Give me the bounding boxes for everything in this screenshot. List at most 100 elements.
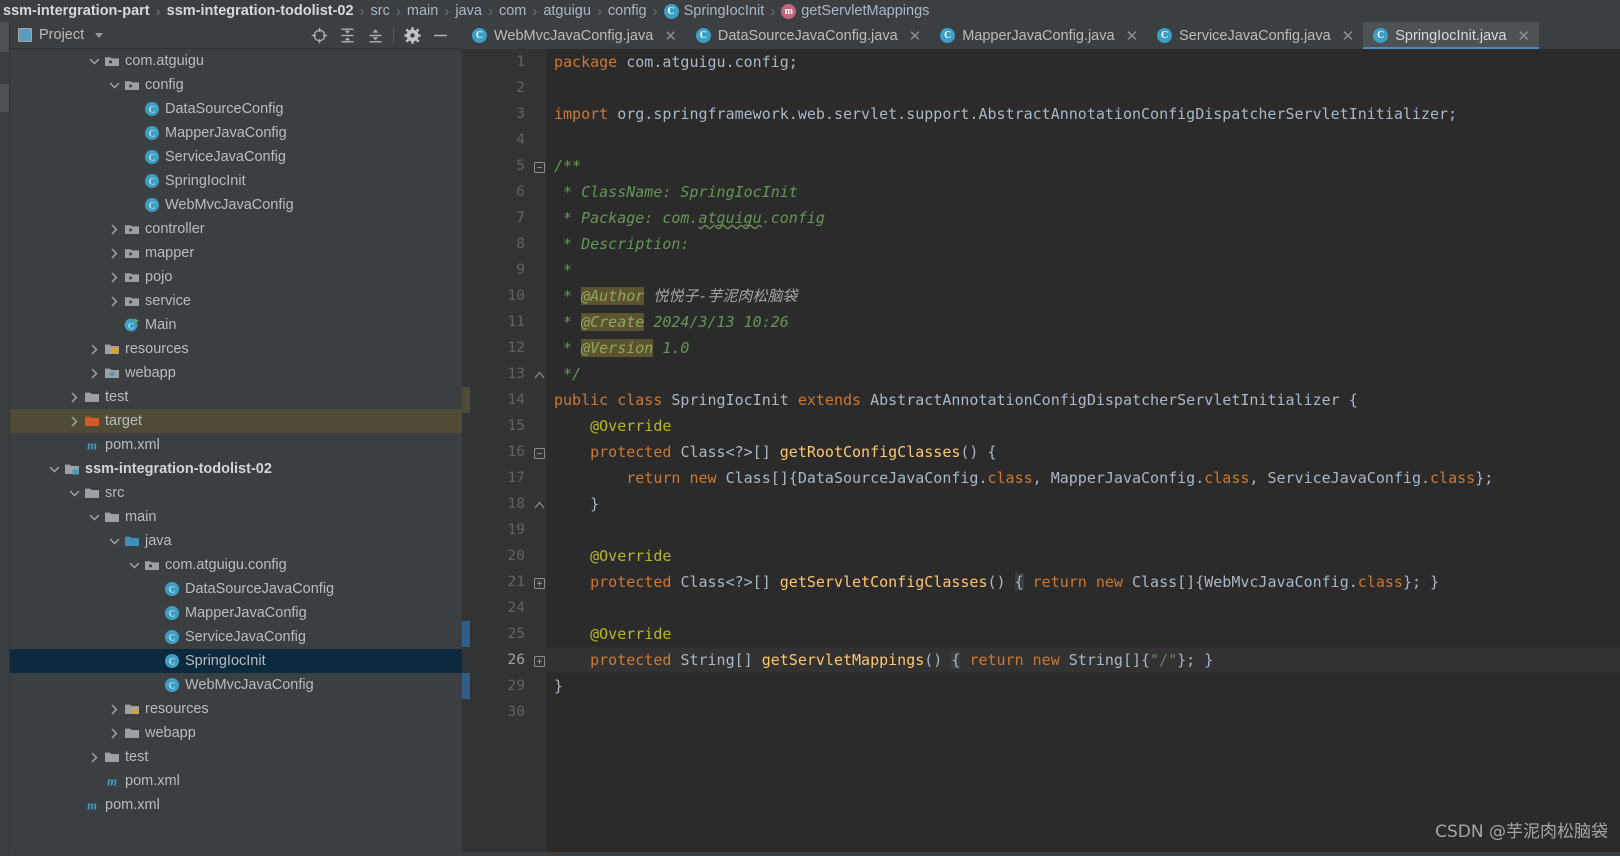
code-line-5[interactable]: /** — [546, 153, 1620, 179]
tree-item-pom-xml[interactable]: m pom.xml — [10, 769, 462, 793]
fold-toggle-icon[interactable] — [534, 498, 545, 509]
breadcrumb-item-springiocinit[interactable]: C SpringIocInit — [661, 3, 768, 19]
code-line-11[interactable]: * @Create 2024/3/13 10:26 — [546, 309, 1620, 335]
line-number-4[interactable]: 4 — [470, 127, 532, 153]
code-line-15[interactable]: @Override — [546, 413, 1620, 439]
tree-item-com-atguigu[interactable]: com.atguigu — [10, 49, 462, 73]
expand-all-icon[interactable] — [333, 23, 361, 47]
chevron-right-icon[interactable] — [68, 391, 81, 404]
tree-item-webapp[interactable]: webapp — [10, 721, 462, 745]
tree-item-webmvcjavaconfig[interactable]: C WebMvcJavaConfig — [10, 673, 462, 697]
breadcrumb-item-main[interactable]: main — [404, 3, 441, 19]
line-number-18[interactable]: 18 — [470, 491, 532, 517]
project-tool-tab-stub[interactable] — [0, 22, 9, 52]
code-line-7[interactable]: * Package: com.atguigu.config — [546, 205, 1620, 231]
chevron-down-icon[interactable] — [108, 79, 121, 92]
chevron-right-icon[interactable] — [88, 367, 101, 380]
breadcrumb-item-ssm-intergration-part[interactable]: ssm-intergration-part — [0, 3, 153, 19]
breadcrumb-item-java[interactable]: java — [452, 3, 485, 19]
line-number-gutter[interactable]: 12345678910111213141516O1718192021O24252… — [470, 49, 549, 856]
line-number-15[interactable]: 15 — [470, 413, 532, 439]
code-line-6[interactable]: * ClassName: SpringIocInit — [546, 179, 1620, 205]
breadcrumb-item-com[interactable]: com — [496, 3, 529, 19]
fold-toggle-icon[interactable] — [534, 368, 545, 379]
editor-tab-webmvcjavaconfig-java[interactable]: C WebMvcJavaConfig.java ✕ — [462, 22, 686, 49]
tree-item-pom-xml[interactable]: m pom.xml — [10, 793, 462, 817]
editor-tab-datasourcejavaconfig-java[interactable]: C DataSourceJavaConfig.java ✕ — [686, 22, 930, 49]
code-line-30[interactable] — [546, 699, 1620, 725]
chevron-right-icon[interactable] — [108, 727, 121, 740]
tree-item-springiocinit[interactable]: C SpringIocInit — [10, 169, 462, 193]
line-number-21[interactable]: 21O — [470, 569, 549, 595]
collapse-all-icon[interactable] — [361, 23, 389, 47]
close-icon[interactable]: ✕ — [1126, 27, 1139, 45]
chevron-down-icon[interactable] — [88, 511, 101, 524]
chevron-right-icon[interactable] — [108, 223, 121, 236]
line-number-20[interactable]: 20 — [470, 543, 532, 569]
tree-item-webapp[interactable]: webapp — [10, 361, 462, 385]
tree-item-main[interactable]: C Main — [10, 313, 462, 337]
code-folding-strip[interactable] — [532, 49, 546, 856]
breadcrumb-item-config[interactable]: config — [605, 3, 650, 19]
line-number-12[interactable]: 12 — [470, 335, 532, 361]
line-number-3[interactable]: 3 — [470, 101, 532, 127]
code-line-26[interactable]: protected String[] getServletMappings() … — [546, 647, 1620, 673]
chevron-down-icon[interactable] — [128, 559, 141, 572]
breadcrumb-item-ssm-integration-todolist-02[interactable]: ssm-integration-todolist-02 — [164, 3, 357, 19]
line-number-25[interactable]: 25 — [470, 621, 532, 647]
tree-item-test[interactable]: test — [10, 745, 462, 769]
line-number-17[interactable]: 17 — [470, 465, 532, 491]
project-panel-title[interactable]: Project — [18, 27, 104, 43]
tree-item-springiocinit[interactable]: C SpringIocInit — [10, 649, 462, 673]
close-icon[interactable]: ✕ — [1517, 27, 1530, 45]
line-number-24[interactable]: 24 — [470, 595, 532, 621]
chevron-right-icon[interactable] — [108, 703, 121, 716]
breadcrumb-item-src[interactable]: src — [368, 3, 393, 19]
line-number-6[interactable]: 6 — [470, 179, 532, 205]
tree-item-pom-xml[interactable]: m pom.xml — [10, 433, 462, 457]
line-number-14[interactable]: 14 — [470, 387, 532, 413]
chevron-down-icon[interactable] — [68, 487, 81, 500]
tree-item-mapperjavaconfig[interactable]: C MapperJavaConfig — [10, 121, 462, 145]
line-number-29[interactable]: 29 — [470, 673, 532, 699]
tree-item-controller[interactable]: controller — [10, 217, 462, 241]
tree-item-pojo[interactable]: pojo — [10, 265, 462, 289]
code-line-20[interactable]: @Override — [546, 543, 1620, 569]
tree-item-resources[interactable]: resources — [10, 337, 462, 361]
chevron-down-icon[interactable] — [108, 535, 121, 548]
editor-tab-springiocinit-java[interactable]: C SpringIocInit.java ✕ — [1363, 22, 1540, 49]
tree-item-com-atguigu-config[interactable]: com.atguigu.config — [10, 553, 462, 577]
hide-panel-icon[interactable] — [426, 23, 454, 47]
code-line-18[interactable]: } — [546, 491, 1620, 517]
tree-item-test[interactable]: test — [10, 385, 462, 409]
code-line-21[interactable]: protected Class<?>[] getServletConfigCla… — [546, 569, 1620, 595]
tree-item-resources[interactable]: resources — [10, 697, 462, 721]
chevron-right-icon[interactable] — [108, 271, 121, 284]
editor-tab-mapperjavaconfig-java[interactable]: C MapperJavaConfig.java ✕ — [930, 22, 1147, 49]
code-line-17[interactable]: return new Class[]{DataSourceJavaConfig.… — [546, 465, 1620, 491]
code-line-1[interactable]: package com.atguigu.config; — [546, 49, 1620, 75]
code-line-14[interactable]: public class SpringIocInit extends Abstr… — [546, 387, 1620, 413]
tree-item-mapperjavaconfig[interactable]: C MapperJavaConfig — [10, 601, 462, 625]
tree-item-target[interactable]: target — [10, 409, 462, 433]
select-opened-file-icon[interactable] — [305, 23, 333, 47]
line-number-2[interactable]: 2 — [470, 75, 532, 101]
tree-item-datasourceconfig[interactable]: C DataSourceConfig — [10, 97, 462, 121]
tree-item-datasourcejavaconfig[interactable]: C DataSourceJavaConfig — [10, 577, 462, 601]
code-line-8[interactable]: * Description: — [546, 231, 1620, 257]
chevron-right-icon[interactable] — [108, 295, 121, 308]
code-line-9[interactable]: * — [546, 257, 1620, 283]
tree-item-servicejavaconfig[interactable]: C ServiceJavaConfig — [10, 625, 462, 649]
tree-item-service[interactable]: service — [10, 289, 462, 313]
code-line-19[interactable] — [546, 517, 1620, 543]
structure-tool-tab-stub[interactable] — [0, 84, 9, 112]
code-line-10[interactable]: * @Author 悦悦子-芋泥肉松脑袋 — [546, 283, 1620, 309]
code-line-2[interactable] — [546, 75, 1620, 101]
tree-item-main[interactable]: main — [10, 505, 462, 529]
close-icon[interactable]: ✕ — [1342, 27, 1355, 45]
fold-toggle-icon[interactable] — [534, 654, 545, 667]
code-line-25[interactable]: @Override — [546, 621, 1620, 647]
code-line-16[interactable]: protected Class<?>[] getRootConfigClasse… — [546, 439, 1620, 465]
editor-tab-servicejavaconfig-java[interactable]: C ServiceJavaConfig.java ✕ — [1147, 22, 1363, 49]
line-number-1[interactable]: 1 — [470, 49, 532, 75]
